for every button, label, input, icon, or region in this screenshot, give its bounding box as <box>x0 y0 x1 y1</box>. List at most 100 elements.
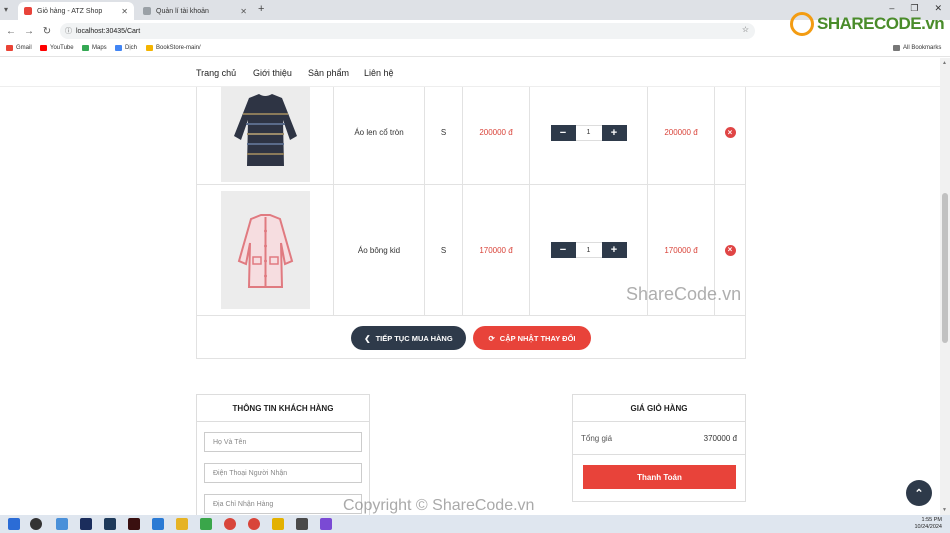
tab-search-icon[interactable]: ▾ <box>4 5 8 14</box>
quantity-stepper: − 1 + <box>550 242 627 258</box>
nav-products[interactable]: Sản phẩm <box>308 68 349 78</box>
scroll-up-icon[interactable]: ▲ <box>942 60 947 66</box>
bookmarks-bar: Gmail YouTube Maps Dịch BookStore-main/ … <box>0 42 950 57</box>
quantity-input[interactable]: 1 <box>575 242 602 258</box>
vscode-icon[interactable] <box>152 518 164 530</box>
product-size: S <box>424 87 462 184</box>
sharecode-logo-icon <box>790 12 814 36</box>
watermark-middle: ShareCode.vn <box>626 284 742 304</box>
windows-start-icon[interactable] <box>8 518 20 530</box>
line-total: 200000 đ <box>647 87 714 184</box>
site-info-icon[interactable]: ⓘ <box>65 26 72 36</box>
page-content: Áo len cổ tròn S 200000 đ − 1 + 200000 đ… <box>0 87 940 515</box>
refresh-icon: ⟳ <box>488 333 495 343</box>
cart-actions: ❮ TIẾP TỤC MUA HÀNG ⟳ CẬP NHẬT THAY ĐỔI <box>196 316 746 359</box>
increase-quantity-button[interactable]: + <box>601 242 627 258</box>
all-bookmarks[interactable]: All Bookmarks <box>893 45 941 51</box>
product-price: 170000 đ <box>462 185 529 315</box>
chrome-active-icon[interactable] <box>248 518 260 530</box>
close-tab-icon[interactable]: ✕ <box>121 7 128 16</box>
total-value: 370000 đ <box>703 434 737 443</box>
remove-item-icon[interactable]: × <box>724 127 736 138</box>
remove-item-icon[interactable]: × <box>724 244 736 256</box>
taskbar-app-icon[interactable] <box>272 518 284 530</box>
product-name: Áo bông kid <box>333 185 424 315</box>
total-row: Tổng giá 370000 đ <box>573 422 745 455</box>
checkout-button[interactable]: Thanh Toán <box>583 465 736 489</box>
increase-quantity-button[interactable]: + <box>601 124 627 141</box>
sharecode-logo-text: SHARECODE.vn <box>817 14 945 33</box>
favicon-icon <box>24 7 32 15</box>
taskbar-app-icon[interactable] <box>320 518 332 530</box>
tab-account[interactable]: Quản lí tài khoản ✕ <box>137 2 253 20</box>
remove-cell: × <box>714 87 746 184</box>
search-icon[interactable] <box>30 518 42 530</box>
nav-home[interactable]: Trang chủ <box>196 68 236 78</box>
tab-title: Quản lí tài khoản <box>156 7 209 15</box>
continue-shopping-button[interactable]: ❮ TIẾP TỤC MUA HÀNG <box>351 326 466 350</box>
bookmark-youtube[interactable]: YouTube <box>40 45 74 51</box>
back-to-top-button[interactable]: ⌃ <box>906 480 932 506</box>
bookmark-translate[interactable]: Dịch <box>115 45 137 51</box>
maps-icon <box>82 45 89 51</box>
quantity-stepper: − 1 + <box>550 124 627 141</box>
sweater-image <box>233 93 297 166</box>
decrease-quantity-button[interactable]: − <box>550 242 576 258</box>
address-bar[interactable]: ⓘ localhost:30435/Cart ☆ <box>60 23 755 39</box>
forward-icon[interactable]: → <box>20 26 38 37</box>
windows-taskbar: 1:55 PM 10/24/2024 <box>0 515 950 533</box>
cart-summary-title: GIÁ GIỎ HÀNG <box>573 395 745 422</box>
watermark-copyright: Copyright © ShareCode.vn <box>343 497 535 514</box>
address-field[interactable]: Địa Chỉ Nhận Hàng <box>204 494 362 514</box>
lightroom-icon[interactable] <box>104 518 116 530</box>
folder-icon <box>893 45 900 51</box>
illustrator-icon[interactable] <box>128 518 140 530</box>
decrease-quantity-button[interactable]: − <box>550 124 576 141</box>
product-image-sweater <box>220 87 310 182</box>
reload-icon[interactable]: ↻ <box>38 26 56 37</box>
close-tab-icon[interactable]: ✕ <box>240 7 247 16</box>
bookmark-star-icon[interactable]: ☆ <box>742 25 749 34</box>
taskbar-app-icon[interactable] <box>200 518 212 530</box>
product-image-jacket <box>220 191 310 309</box>
page-scrollbar[interactable]: ▲ ▼ <box>940 58 950 515</box>
chevron-left-icon: ❮ <box>364 333 371 343</box>
photoshop-icon[interactable] <box>80 518 92 530</box>
quantity-input[interactable]: 1 <box>575 124 602 141</box>
new-tab-icon[interactable]: + <box>258 3 264 15</box>
sharecode-logo: SHARECODE.vn <box>790 12 945 36</box>
clock-time: 1:55 PM <box>921 517 942 523</box>
product-image-cell <box>196 87 333 184</box>
nav-contact[interactable]: Liên hệ <box>364 68 394 78</box>
product-image-cell <box>196 185 333 315</box>
back-icon[interactable]: ← <box>2 26 20 37</box>
product-name: Áo len cổ tròn <box>333 87 424 184</box>
folder-icon <box>146 45 153 51</box>
product-price: 200000 đ <box>462 87 529 184</box>
system-clock[interactable]: 1:55 PM 10/24/2024 <box>914 517 942 531</box>
chrome-icon[interactable] <box>224 518 236 530</box>
total-label: Tổng giá <box>581 434 613 443</box>
url-text: localhost:30435/Cart <box>76 27 141 35</box>
scroll-down-icon[interactable]: ▼ <box>942 507 947 513</box>
product-size: S <box>424 185 462 315</box>
favicon-icon <box>143 7 151 15</box>
cart-summary-panel: GIÁ GIỎ HÀNG Tổng giá 370000 đ Thanh Toá… <box>572 394 746 502</box>
tab-cart[interactable]: Giỏ hàng - ATZ Shop ✕ <box>18 2 134 20</box>
youtube-icon <box>40 45 47 51</box>
phone-field[interactable]: Điện Thoại Người Nhận <box>204 463 362 483</box>
taskbar-app-icon[interactable] <box>56 518 68 530</box>
jacket-image <box>237 214 293 288</box>
update-cart-button[interactable]: ⟳ CẬP NHẬT THAY ĐỔI <box>473 326 591 350</box>
name-field[interactable]: Họ Và Tên <box>204 432 362 452</box>
clock-date: 10/24/2024 <box>914 524 942 530</box>
scroll-thumb[interactable] <box>942 193 948 343</box>
taskbar-app-icon[interactable] <box>296 518 308 530</box>
bookmark-bookstore[interactable]: BookStore-main/ <box>146 45 201 51</box>
bookmark-maps[interactable]: Maps <box>82 45 107 51</box>
file-explorer-icon[interactable] <box>176 518 188 530</box>
gmail-icon <box>6 45 13 51</box>
nav-about[interactable]: Giới thiệu <box>253 68 292 78</box>
bookmark-gmail[interactable]: Gmail <box>6 45 32 51</box>
cart-row: Áo len cổ tròn S 200000 đ − 1 + 200000 đ… <box>196 87 746 185</box>
